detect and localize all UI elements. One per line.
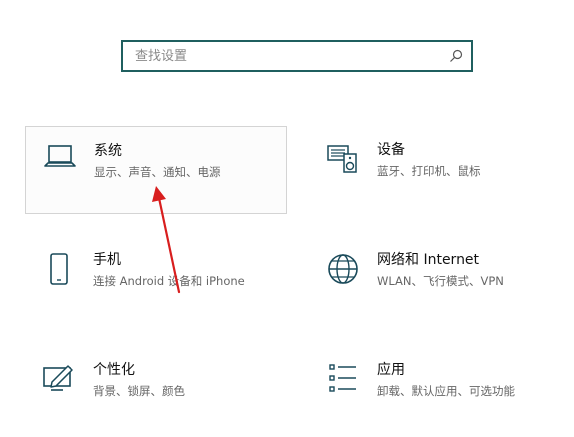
tile-system[interactable]: 系统 显示、声音、通知、电源 bbox=[25, 126, 287, 214]
tile-devices-desc: 蓝牙、打印机、鼠标 bbox=[377, 164, 481, 178]
tile-network-title: 网络和 Internet bbox=[377, 252, 480, 268]
tile-phone[interactable]: 手机 连接 Android 设备和 iPhone bbox=[25, 236, 287, 324]
apps-list-icon bbox=[323, 362, 363, 402]
tile-apps-title: 应用 bbox=[377, 362, 405, 378]
tile-personalization[interactable]: 个性化 背景、锁屏、颜色 bbox=[25, 346, 287, 434]
tile-personalization-title: 个性化 bbox=[93, 362, 135, 378]
tile-personalization-desc: 背景、锁屏、颜色 bbox=[93, 384, 185, 398]
tile-network-desc: WLAN、飞行模式、VPN bbox=[377, 274, 504, 288]
laptop-icon bbox=[40, 143, 80, 183]
tile-apps[interactable]: 应用 卸载、默认应用、可选功能 bbox=[309, 346, 571, 434]
personalization-icon bbox=[39, 362, 79, 402]
tile-network[interactable]: 网络和 Internet WLAN、飞行模式、VPN bbox=[309, 236, 571, 324]
tile-apps-desc: 卸载、默认应用、可选功能 bbox=[377, 384, 515, 398]
tile-devices-title: 设备 bbox=[377, 142, 405, 158]
settings-home: 系统 显示、声音、通知、电源 设备 蓝牙、打印机、鼠标 bbox=[0, 0, 574, 437]
phone-icon bbox=[39, 252, 79, 292]
search-icon[interactable] bbox=[441, 42, 471, 70]
devices-icon bbox=[323, 142, 363, 182]
globe-icon bbox=[323, 252, 363, 292]
tile-phone-title: 手机 bbox=[93, 252, 121, 268]
tile-system-title: 系统 bbox=[94, 143, 122, 159]
tile-system-desc: 显示、声音、通知、电源 bbox=[94, 165, 221, 179]
search-box[interactable] bbox=[121, 40, 473, 72]
tile-phone-desc: 连接 Android 设备和 iPhone bbox=[93, 274, 245, 288]
tile-devices[interactable]: 设备 蓝牙、打印机、鼠标 bbox=[309, 126, 571, 214]
search-input[interactable] bbox=[123, 42, 441, 70]
